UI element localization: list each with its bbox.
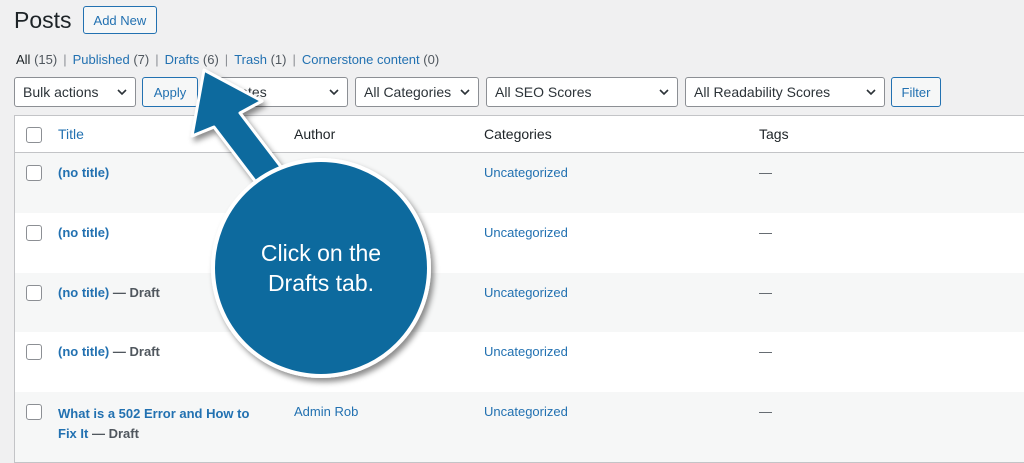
post-title-link[interactable]: (no title) bbox=[58, 165, 109, 180]
tags-cell: — bbox=[759, 404, 772, 419]
category-link[interactable]: Uncategorized bbox=[484, 225, 568, 240]
category-link[interactable]: Uncategorized bbox=[484, 165, 568, 180]
filter-button[interactable]: Filter bbox=[891, 77, 941, 107]
row-checkbox[interactable] bbox=[26, 404, 42, 420]
post-title-link[interactable]: What is a 502 Error and How to Fix It bbox=[58, 406, 249, 441]
filter-published-count: (7) bbox=[133, 52, 150, 67]
callout-text: Click on the Drafts tab. bbox=[215, 238, 427, 298]
column-title-header[interactable]: Title bbox=[58, 126, 84, 142]
row-checkbox[interactable] bbox=[26, 165, 42, 181]
page-header: Posts Add New bbox=[14, 6, 158, 34]
post-state: — Draft bbox=[112, 285, 160, 300]
filter-all-count: (15) bbox=[34, 52, 58, 67]
select-all-checkbox[interactable] bbox=[26, 127, 42, 143]
separator: | bbox=[224, 52, 229, 67]
post-state: — Draft bbox=[112, 344, 160, 359]
filter-all-label: All bbox=[16, 52, 31, 67]
author-link[interactable]: Admin Rob bbox=[294, 404, 358, 419]
separator: | bbox=[155, 52, 159, 67]
categories-label: All Categories bbox=[364, 84, 452, 100]
post-title-link[interactable]: (no title) bbox=[58, 225, 109, 240]
filter-all[interactable]: All (15) bbox=[16, 52, 57, 67]
chevron-down-icon bbox=[117, 89, 127, 96]
posts-table: Title Author Categories Tags (no title) … bbox=[14, 115, 1024, 463]
post-title-link[interactable]: (no title) bbox=[58, 285, 109, 300]
post-title-line1: What is a 502 Error and How to bbox=[58, 406, 250, 421]
filter-drafts-label: Drafts bbox=[164, 52, 200, 67]
table-row: (no title) Uncategorized — bbox=[15, 213, 1024, 273]
column-tags-header: Tags bbox=[759, 126, 789, 142]
readability-scores-select[interactable]: All Readability Scores bbox=[685, 77, 885, 107]
table-row: (no title) Uncategorized — bbox=[15, 153, 1024, 213]
table-row: (no title) — Draft Uncategorized — bbox=[15, 332, 1024, 392]
row-checkbox[interactable] bbox=[26, 285, 42, 301]
callout-line1: Click on the bbox=[260, 240, 382, 266]
chevron-down-icon bbox=[866, 89, 876, 96]
tags-cell: — bbox=[759, 285, 772, 300]
bulk-actions-label: Bulk actions bbox=[23, 84, 99, 100]
category-link[interactable]: Uncategorized bbox=[484, 404, 568, 419]
filter-cornerstone-label: Cornerstone content bbox=[301, 52, 420, 67]
add-new-button[interactable]: Add New bbox=[82, 6, 158, 34]
filter-trash-count: (1) bbox=[270, 52, 287, 67]
table-row: (no title) — Draft Uncategorized — bbox=[15, 273, 1024, 332]
filter-published-label: Published bbox=[72, 52, 130, 67]
chevron-down-icon bbox=[460, 89, 470, 96]
category-link[interactable]: Uncategorized bbox=[484, 285, 568, 300]
tags-cell: — bbox=[759, 165, 772, 180]
post-title-link[interactable]: (no title) bbox=[58, 344, 109, 359]
table-row: What is a 502 Error and How to Fix It — D… bbox=[15, 392, 1024, 462]
tags-cell: — bbox=[759, 225, 772, 240]
category-link[interactable]: Uncategorized bbox=[484, 344, 568, 359]
post-state: — Draft bbox=[91, 426, 139, 441]
row-checkbox[interactable] bbox=[26, 344, 42, 360]
tags-cell: — bbox=[759, 344, 772, 359]
page-title: Posts bbox=[14, 7, 72, 33]
dates-select[interactable]: All dates bbox=[204, 77, 348, 107]
table-header: Title Author Categories Tags bbox=[15, 116, 1024, 153]
filter-drafts[interactable]: Drafts (6) bbox=[165, 52, 219, 67]
column-categories-header: Categories bbox=[484, 126, 552, 142]
categories-select[interactable]: All Categories bbox=[355, 77, 479, 107]
readability-scores-label: All Readability Scores bbox=[694, 84, 831, 100]
post-title-line2: Fix It bbox=[58, 426, 89, 441]
filter-cornerstone-count: (0) bbox=[423, 52, 440, 67]
seo-scores-select[interactable]: All SEO Scores bbox=[486, 77, 678, 107]
filter-trash-label: Trash bbox=[234, 52, 267, 67]
post-status-filters: All (15) | Published (7) | Drafts (6) | Trash … bbox=[16, 52, 439, 67]
row-checkbox[interactable] bbox=[26, 225, 42, 241]
filter-drafts-count: (6) bbox=[202, 52, 219, 67]
callout-line2: Drafts tab. bbox=[267, 270, 375, 296]
apply-button[interactable]: Apply bbox=[142, 77, 198, 107]
separator: | bbox=[292, 52, 296, 67]
chevron-down-icon bbox=[329, 89, 339, 96]
seo-scores-label: All SEO Scores bbox=[495, 84, 592, 100]
dates-label: All dates bbox=[213, 84, 267, 100]
filter-trash[interactable]: Trash (1) bbox=[234, 52, 286, 67]
filter-published[interactable]: Published (7) bbox=[73, 52, 150, 67]
bulk-actions-select[interactable]: Bulk actions bbox=[14, 77, 136, 107]
separator: | bbox=[63, 52, 67, 67]
column-author-header: Author bbox=[294, 126, 336, 142]
chevron-down-icon bbox=[659, 89, 669, 96]
filter-cornerstone[interactable]: Cornerstone content (0) bbox=[302, 52, 439, 67]
